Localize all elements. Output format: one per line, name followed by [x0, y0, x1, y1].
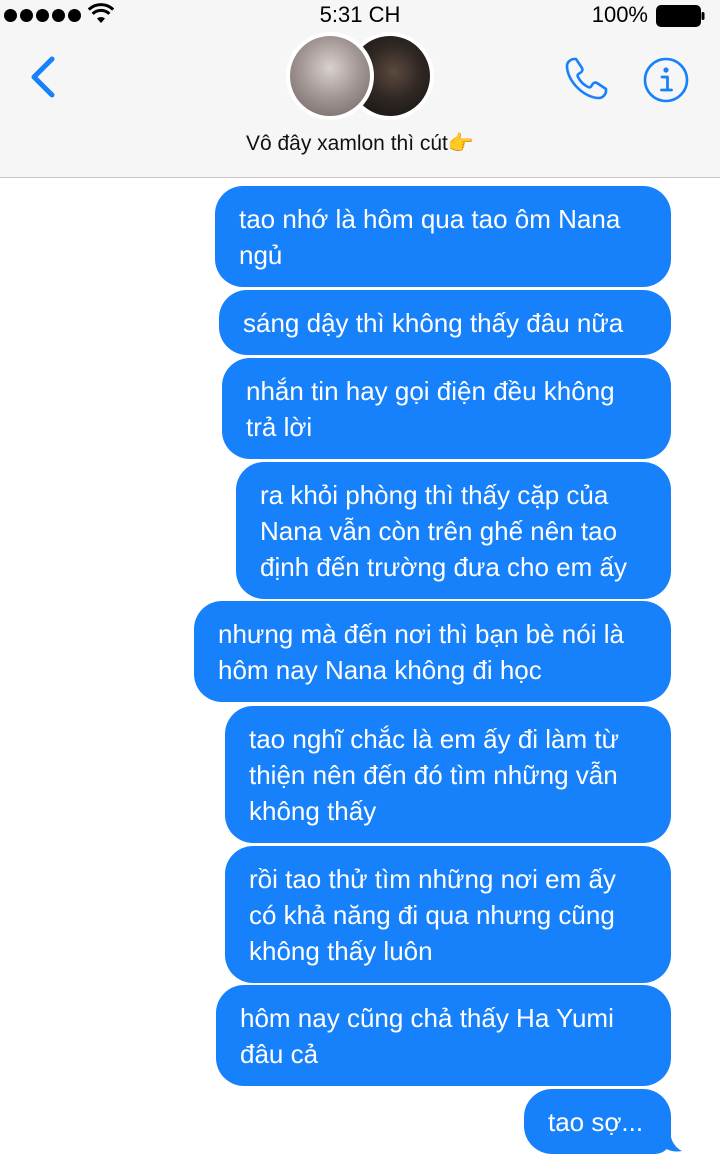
conversation-header: 5:31 CH 100% Vô đây xamlon thì cút👉: [0, 0, 720, 178]
avatar: [286, 32, 374, 120]
bubble-tail-icon: [658, 1129, 682, 1152]
message-bubble[interactable]: hôm nay cũng chả thấy Ha Yumi đâu cả: [216, 985, 671, 1086]
battery-percentage: 100%: [591, 2, 648, 27]
group-avatars[interactable]: [286, 32, 436, 122]
message-bubble[interactable]: nhưng mà đến nơi thì bạn bè nói là hôm n…: [194, 601, 671, 702]
message-bubble[interactable]: nhắn tin hay gọi điện đều không trả lời: [222, 358, 671, 459]
battery-icon: [656, 5, 705, 27]
message-bubble[interactable]: rồi tao thử tìm những nơi em ấy có khả n…: [225, 846, 671, 983]
message-bubble[interactable]: tao sợ...: [524, 1089, 671, 1154]
message-bubble[interactable]: tao nhớ là hôm qua tao ôm Nana ngủ: [215, 186, 671, 287]
conversation-title[interactable]: Vô đây xamlon thì cút👉: [0, 132, 720, 156]
info-icon[interactable]: [642, 56, 690, 104]
message-thread[interactable]: tao nhớ là hôm qua tao ôm Nana ngủ sáng …: [0, 179, 720, 1161]
back-chevron-icon[interactable]: [28, 54, 60, 100]
message-bubble[interactable]: sáng dậy thì không thấy đâu nữa: [219, 290, 671, 355]
phone-icon[interactable]: [562, 55, 610, 103]
status-bar: 5:31 CH 100%: [0, 0, 720, 30]
message-bubble[interactable]: tao nghĩ chắc là em ấy đi làm từ thiện n…: [225, 706, 671, 843]
message-bubble[interactable]: ra khỏi phòng thì thấy cặp của Nana vẫn …: [236, 462, 671, 599]
